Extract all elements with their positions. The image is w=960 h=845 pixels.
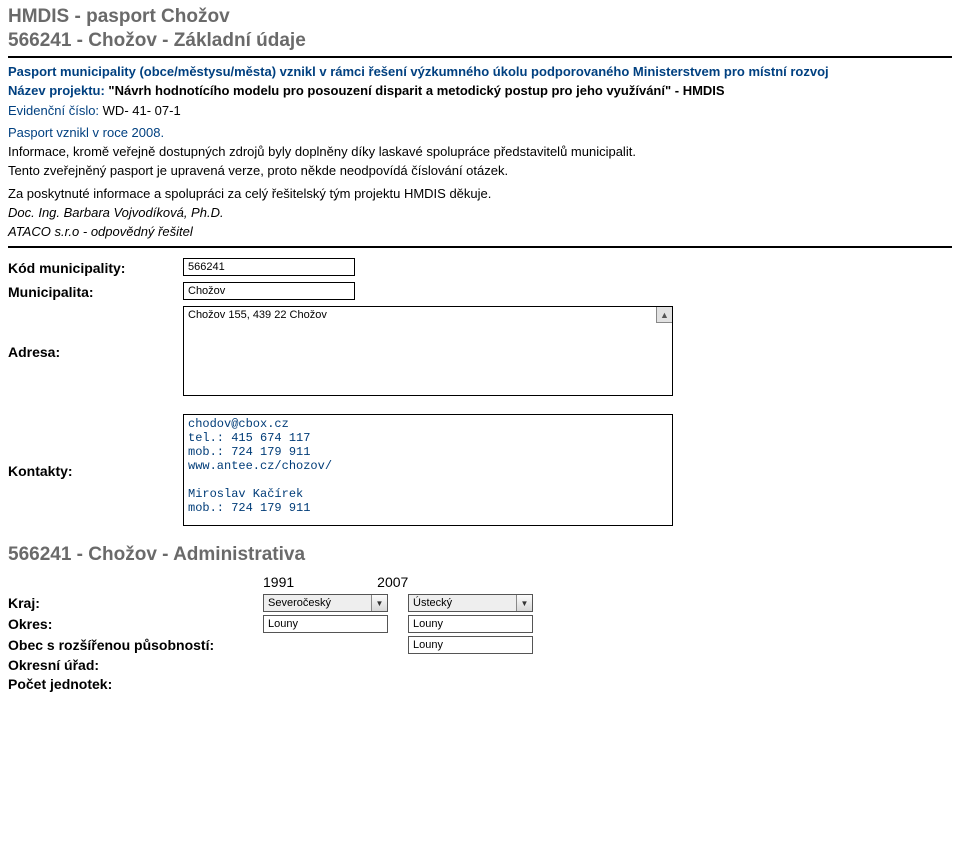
intro-block: Pasport municipality (obce/městysu/města… (8, 64, 952, 240)
year-header: 1991 2007 (263, 574, 952, 590)
intro-project: Název projektu: "Návrh hodnotícího model… (8, 83, 952, 99)
intro-info2: Tento zveřejněný pasport je upravená ver… (8, 163, 952, 179)
intro-vznik: Pasport vznikl v roce 2008. (8, 125, 952, 141)
kontakty-value: chodov@cbox.cz tel.: 415 674 117 mob.: 7… (184, 415, 672, 525)
project-value: "Návrh hodnotícího modelu pro posouzení … (108, 83, 724, 98)
intro-evidence: Evidenční číslo: WD- 41- 07-1 (8, 103, 952, 119)
signature-1: Doc. Ing. Barbara Vojvodíková, Ph.D. (8, 205, 952, 221)
row-adresa: Adresa: Chožov 155, 439 22 Chožov ▲ (8, 306, 952, 396)
year-1991: 1991 (263, 574, 294, 590)
adresa-textarea[interactable]: Chožov 155, 439 22 Chožov ▲ (183, 306, 673, 396)
row-orp: Obec s rozšířenou působností: Louny (8, 636, 952, 654)
scroll-up-icon[interactable]: ▲ (656, 307, 672, 323)
signature-2: ATACO s.r.o - odpovědný řešitel (8, 224, 952, 240)
evidence-label: Evidenční číslo: (8, 103, 103, 118)
okres-label: Okres: (8, 616, 263, 632)
row-kod: Kód municipality: 566241 (8, 258, 952, 276)
orp-label: Obec s rozšířenou působností: (8, 637, 263, 653)
divider (8, 246, 952, 248)
year-2007: 2007 (377, 574, 408, 590)
ou-label: Okresní úřad: (8, 657, 263, 673)
mun-input[interactable]: Chožov (183, 282, 355, 300)
kraj-2007-value: Ústecký (413, 597, 452, 609)
admin-grid: 1991 2007 Kraj: Severočeský ▼ Ústecký ▼ … (8, 574, 952, 692)
chevron-down-icon: ▼ (371, 595, 387, 611)
evidence-value: WD- 41- 07-1 (103, 103, 181, 118)
okres-1991-input[interactable]: Louny (263, 615, 388, 633)
row-municipalita: Municipalita: Chožov (8, 282, 952, 300)
row-kontakty: Kontakty: chodov@cbox.cz tel.: 415 674 1… (8, 414, 952, 526)
kraj-2007-select[interactable]: Ústecký ▼ (408, 594, 533, 612)
project-label: Název projektu: (8, 83, 108, 98)
adresa-value: Chožov 155, 439 22 Chožov (184, 307, 672, 395)
kraj-1991-select[interactable]: Severočeský ▼ (263, 594, 388, 612)
kod-input[interactable]: 566241 (183, 258, 355, 276)
section-admin-title: 566241 - Chožov - Administrativa (8, 544, 952, 566)
okres-2007-input[interactable]: Louny (408, 615, 533, 633)
orp-2007-input[interactable]: Louny (408, 636, 533, 654)
kontakty-textarea[interactable]: chodov@cbox.cz tel.: 415 674 117 mob.: 7… (183, 414, 673, 526)
kraj-label: Kraj: (8, 595, 263, 611)
adresa-label: Adresa: (8, 342, 183, 360)
row-okres: Okres: Louny Louny (8, 615, 952, 633)
kontakty-label: Kontakty: (8, 461, 183, 479)
divider (8, 56, 952, 58)
row-pocet-jednotek: Počet jednotek: (8, 676, 952, 692)
mun-label: Municipalita: (8, 282, 183, 300)
row-kraj: Kraj: Severočeský ▼ Ústecký ▼ (8, 594, 952, 612)
page-subtitle: 566241 - Chožov - Základní údaje (8, 30, 952, 52)
chevron-down-icon: ▼ (516, 595, 532, 611)
pj-label: Počet jednotek: (8, 676, 263, 692)
intro-line1: Pasport municipality (obce/městysu/města… (8, 64, 952, 80)
row-okresni-urad: Okresní úřad: (8, 657, 952, 673)
kraj-1991-value: Severočeský (268, 597, 331, 609)
intro-thanks: Za poskytnuté informace a spolupráci za … (8, 186, 952, 202)
page-title: HMDIS - pasport Chožov (8, 6, 952, 28)
intro-info1: Informace, kromě veřejně dostupných zdro… (8, 144, 952, 160)
kod-label: Kód municipality: (8, 258, 183, 276)
